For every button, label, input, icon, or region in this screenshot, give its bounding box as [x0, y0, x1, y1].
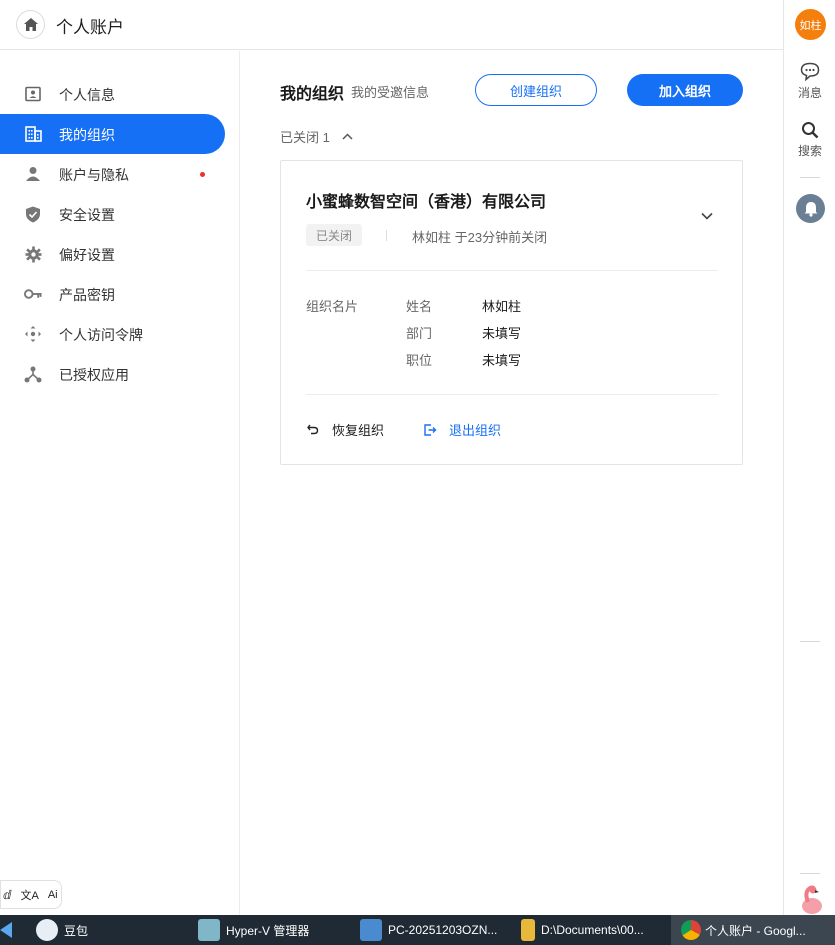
page-header: 个人账户: [0, 0, 783, 50]
hierarchy-icon: [24, 365, 42, 383]
card-section-label: 组织名片: [306, 299, 359, 314]
sidebar-item-label: 产品密钥: [59, 287, 115, 303]
field-value-department: 未填写: [482, 326, 522, 341]
notifications-button[interactable]: [796, 194, 825, 223]
doubao-app-icon: [36, 919, 58, 941]
folder-icon: [521, 919, 535, 941]
section-title: 我的组织: [280, 86, 345, 103]
avatar[interactable]: 如柱: [795, 9, 826, 40]
start-button[interactable]: [0, 915, 14, 945]
sidebar-item-label: 我的组织: [59, 127, 115, 143]
field-label-department: 部门: [406, 326, 433, 341]
key-icon: [24, 285, 42, 303]
closed-orgs-toggle[interactable]: 已关闭 1: [280, 127, 356, 146]
floating-toolbar: ⅆ 文A Ai: [0, 880, 62, 909]
taskbar-item-chrome[interactable]: 个人账户 - Googl...: [671, 915, 835, 945]
ai-button[interactable]: Ai: [48, 889, 58, 901]
id-card-icon: [24, 85, 42, 103]
leave-org-label: 退出组织: [449, 423, 502, 438]
field-label-position: 职位: [406, 353, 433, 368]
sidebar-item-personal-info[interactable]: 个人信息: [0, 74, 225, 114]
sidebar-item-security[interactable]: 安全设置: [0, 194, 225, 234]
home-button[interactable]: [16, 10, 45, 39]
remote-desktop-icon: [360, 919, 382, 941]
divider: [800, 873, 820, 874]
taskbar-item-label: D:\Documents\00...: [541, 923, 644, 937]
messages-label: 消息: [797, 86, 822, 100]
sidebar-item-label: 账户与隐私: [59, 167, 129, 183]
start-icon: [0, 922, 12, 938]
sidebar-item-label: 安全设置: [59, 207, 115, 223]
sidebar-item-label: 已授权应用: [59, 367, 129, 383]
restore-org-button[interactable]: 恢复组织: [306, 420, 384, 439]
join-org-button[interactable]: 加入组织: [627, 74, 743, 106]
building-icon: [24, 125, 42, 143]
sidebar-item-account-privacy[interactable]: 账户与隐私: [0, 154, 225, 194]
shield-icon: [24, 205, 42, 223]
org-card: 小蜜蜂数智空间（香港）有限公司 已关闭 林如柱 于23分钟前关闭 组织名片 姓名…: [280, 160, 743, 465]
undo-icon: [306, 423, 320, 437]
exit-icon: [423, 423, 437, 437]
search-icon: [802, 122, 819, 139]
taskbar-item-remote-pc[interactable]: PC-20251203OZN...: [360, 915, 497, 945]
search-button[interactable]: 搜索: [784, 121, 835, 159]
flamingo-mascot-icon[interactable]: [796, 884, 826, 915]
token-icon: [24, 325, 42, 343]
messages-button[interactable]: 消息: [784, 62, 835, 101]
sidebar-item-label: 个人访问令牌: [59, 327, 143, 343]
create-org-button[interactable]: 创建组织: [475, 74, 597, 106]
chevron-up-icon: [340, 129, 356, 145]
chevron-down-icon[interactable]: [699, 208, 715, 224]
sidebar-item-preferences[interactable]: 偏好设置: [0, 234, 225, 274]
taskbar-item-label: Hyper-V 管理器: [226, 923, 310, 938]
divider: [386, 230, 387, 241]
divider: [800, 641, 820, 642]
sidebar-item-access-token[interactable]: 个人访问令牌: [0, 314, 225, 354]
taskbar-item-label: PC-20251203OZN...: [388, 923, 498, 937]
sidebar-item-label: 个人信息: [59, 87, 115, 103]
taskbar-item-label: 个人账户 - Googl...: [705, 923, 806, 938]
bookmark-icon[interactable]: ⅆ: [3, 888, 12, 902]
org-name: 小蜜蜂数智空间（香港）有限公司: [306, 194, 547, 211]
chat-bubble-icon: [800, 62, 820, 81]
taskbar-item-hyperv[interactable]: Hyper-V 管理器: [198, 915, 309, 945]
taskbar: 豆包 Hyper-V 管理器 PC-20251203OZN... D:\Docu…: [0, 915, 835, 945]
hyperv-app-icon: [198, 919, 220, 941]
page-title: 个人账户: [56, 18, 124, 37]
search-label: 搜索: [797, 144, 822, 158]
field-value-name: 林如柱: [482, 299, 522, 314]
closed-count-label: 已关闭 1: [280, 130, 330, 145]
gear-icon: [24, 245, 42, 263]
chrome-icon: [681, 920, 701, 940]
right-rail: 如柱 消息 搜索: [783, 0, 835, 915]
sidebar: 个人信息 我的组织 账户与隐私 安全设置 偏好设置 产品密钥 个人访问令牌 已授…: [0, 51, 240, 915]
taskbar-item-label: 豆包: [64, 923, 89, 938]
bell-icon: [804, 201, 817, 217]
restore-org-label: 恢复组织: [332, 423, 385, 438]
taskbar-item-explorer[interactable]: D:\Documents\00...: [521, 915, 644, 945]
leave-org-button[interactable]: 退出组织: [423, 420, 501, 439]
sidebar-item-my-org[interactable]: 我的组织: [0, 114, 225, 154]
translate-button[interactable]: 文A: [21, 887, 39, 903]
field-label-name: 姓名: [406, 299, 433, 314]
divider: [800, 177, 820, 178]
sidebar-item-product-key[interactable]: 产品密钥: [0, 274, 225, 314]
invitations-link[interactable]: 我的受邀信息: [351, 82, 429, 101]
divider: [306, 394, 718, 395]
sidebar-item-authorized-apps[interactable]: 已授权应用: [0, 354, 225, 394]
field-value-position: 未填写: [482, 353, 522, 368]
divider: [306, 270, 718, 271]
sidebar-item-label: 偏好设置: [59, 247, 115, 263]
person-icon: [24, 165, 42, 183]
main-content: 我的组织 我的受邀信息 创建组织 加入组织 已关闭 1 小蜜蜂数智空间（香港）有…: [241, 51, 783, 915]
status-badge: 已关闭: [306, 224, 363, 246]
home-icon: [23, 18, 38, 31]
taskbar-item-doubao[interactable]: 豆包: [36, 915, 88, 945]
notification-dot: [200, 172, 205, 177]
status-detail: 林如柱 于23分钟前关闭: [412, 230, 548, 245]
